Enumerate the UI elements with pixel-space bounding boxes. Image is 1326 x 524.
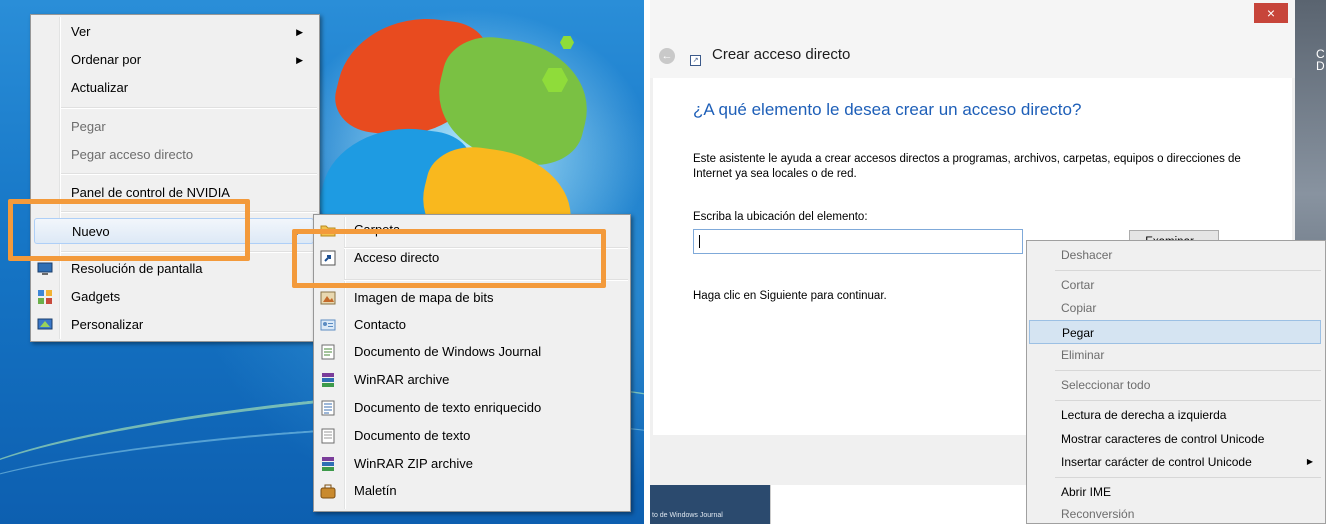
windows8-wizard-panel: C D × ← ↗ Crear acceso directo ¿A qué el… xyxy=(650,0,1326,524)
menu-item-gadgets[interactable]: Gadgets xyxy=(31,284,315,310)
menu-item-cortar[interactable]: Cortar xyxy=(1029,273,1321,297)
dialog-titlebar xyxy=(650,0,1295,78)
wizard-heading: ¿A qué elemento le desea crear un acceso… xyxy=(693,100,1082,119)
menu-item-personalizar[interactable]: Personalizar xyxy=(31,312,315,338)
background-sidebar-text: to de Windows Journal xyxy=(652,512,723,519)
shortcut-icon: ↗ xyxy=(690,55,701,66)
location-input[interactable] xyxy=(693,229,1023,254)
desktop-edge-text: C D xyxy=(1316,47,1325,73)
menu-item-reconversion[interactable]: Reconversión xyxy=(1029,502,1321,524)
submenu-arrow-icon: ▶ xyxy=(296,27,303,37)
input-context-menu: Deshacer Cortar Copiar Pegar Eliminar Se… xyxy=(1026,240,1326,524)
contact-icon xyxy=(320,319,336,331)
highlight-callout-acceso-directo xyxy=(292,229,606,288)
menu-separator xyxy=(1055,477,1321,478)
submenu-item-bitmap[interactable]: Imagen de mapa de bits xyxy=(314,285,626,311)
menu-item-mostrar-unicode[interactable]: Mostrar caracteres de control Unicode xyxy=(1029,427,1321,451)
desktop-context-menu: Ver ▶ Ordenar por ▶ Actualizar Pegar Pegar… xyxy=(30,14,320,342)
menu-separator xyxy=(1055,270,1321,271)
submenu-arrow-icon: ▶ xyxy=(1306,457,1313,466)
close-button[interactable]: × xyxy=(1254,3,1288,23)
menu-item-ver[interactable]: Ver ▶ xyxy=(31,19,315,45)
menu-item-lectura-rtl[interactable]: Lectura de derecha a izquierda xyxy=(1029,403,1321,427)
menu-item-abrir-ime[interactable]: Abrir IME xyxy=(1029,480,1321,504)
submenu-item-journal[interactable]: Documento de Windows Journal xyxy=(314,339,626,365)
gadgets-icon xyxy=(38,290,52,304)
winrar-zip-icon xyxy=(322,457,334,471)
briefcase-icon xyxy=(320,484,336,499)
location-label: Escriba la ubicación del elemento: xyxy=(693,211,868,223)
submenu-item-winrar[interactable]: WinRAR archive xyxy=(314,367,626,393)
personalize-icon xyxy=(37,318,53,330)
highlight-callout-nuevo xyxy=(8,199,250,261)
submenu-arrow-icon: ▶ xyxy=(296,55,303,65)
menu-item-eliminar[interactable]: Eliminar xyxy=(1029,343,1321,367)
menu-separator xyxy=(61,173,317,175)
display-icon xyxy=(37,262,53,275)
menu-separator xyxy=(1055,370,1321,371)
submenu-item-contacto[interactable]: Contacto xyxy=(314,312,626,338)
menu-item-deshacer[interactable]: Deshacer xyxy=(1029,243,1321,267)
continue-hint: Haga clic en Siguiente para continuar. xyxy=(693,290,887,302)
text-caret xyxy=(699,235,700,248)
background-sidebar: to de Windows Journal xyxy=(650,485,770,524)
rtf-icon xyxy=(321,400,335,416)
windows7-desktop-panel: Ver ▶ Ordenar por ▶ Actualizar Pegar Pegar… xyxy=(0,0,644,524)
wizard-description: Este asistente le ayuda a crear accesos … xyxy=(693,153,1241,180)
menu-item-actualizar[interactable]: Actualizar xyxy=(31,75,315,101)
menu-item-seleccionar-todo[interactable]: Seleccionar todo xyxy=(1029,373,1321,397)
submenu-item-winrar-zip[interactable]: WinRAR ZIP archive xyxy=(314,451,626,477)
menu-item-pegar[interactable]: Pegar xyxy=(31,114,315,140)
bitmap-icon xyxy=(320,291,336,305)
background-window-body xyxy=(770,485,1021,524)
submenu-item-texto[interactable]: Documento de texto xyxy=(314,423,626,449)
menu-item-ordenar-por[interactable]: Ordenar por ▶ xyxy=(31,47,315,73)
text-document-icon xyxy=(321,428,335,444)
journal-icon xyxy=(321,344,335,360)
menu-item-pegar-acceso-directo[interactable]: Pegar acceso directo xyxy=(31,142,315,168)
dialog-title: Crear acceso directo xyxy=(712,46,851,63)
menu-item-copiar[interactable]: Copiar xyxy=(1029,296,1321,320)
menu-separator xyxy=(1055,400,1321,401)
menu-item-insertar-unicode[interactable]: Insertar carácter de control Unicode ▶ xyxy=(1029,450,1321,474)
submenu-item-maletin[interactable]: Maletín xyxy=(314,478,626,504)
winrar-icon xyxy=(322,373,334,387)
menu-item-pegar[interactable]: Pegar xyxy=(1029,320,1321,344)
menu-separator xyxy=(61,107,317,109)
submenu-item-rtf[interactable]: Documento de texto enriquecido xyxy=(314,395,626,421)
back-arrow-icon[interactable]: ← xyxy=(659,48,675,64)
